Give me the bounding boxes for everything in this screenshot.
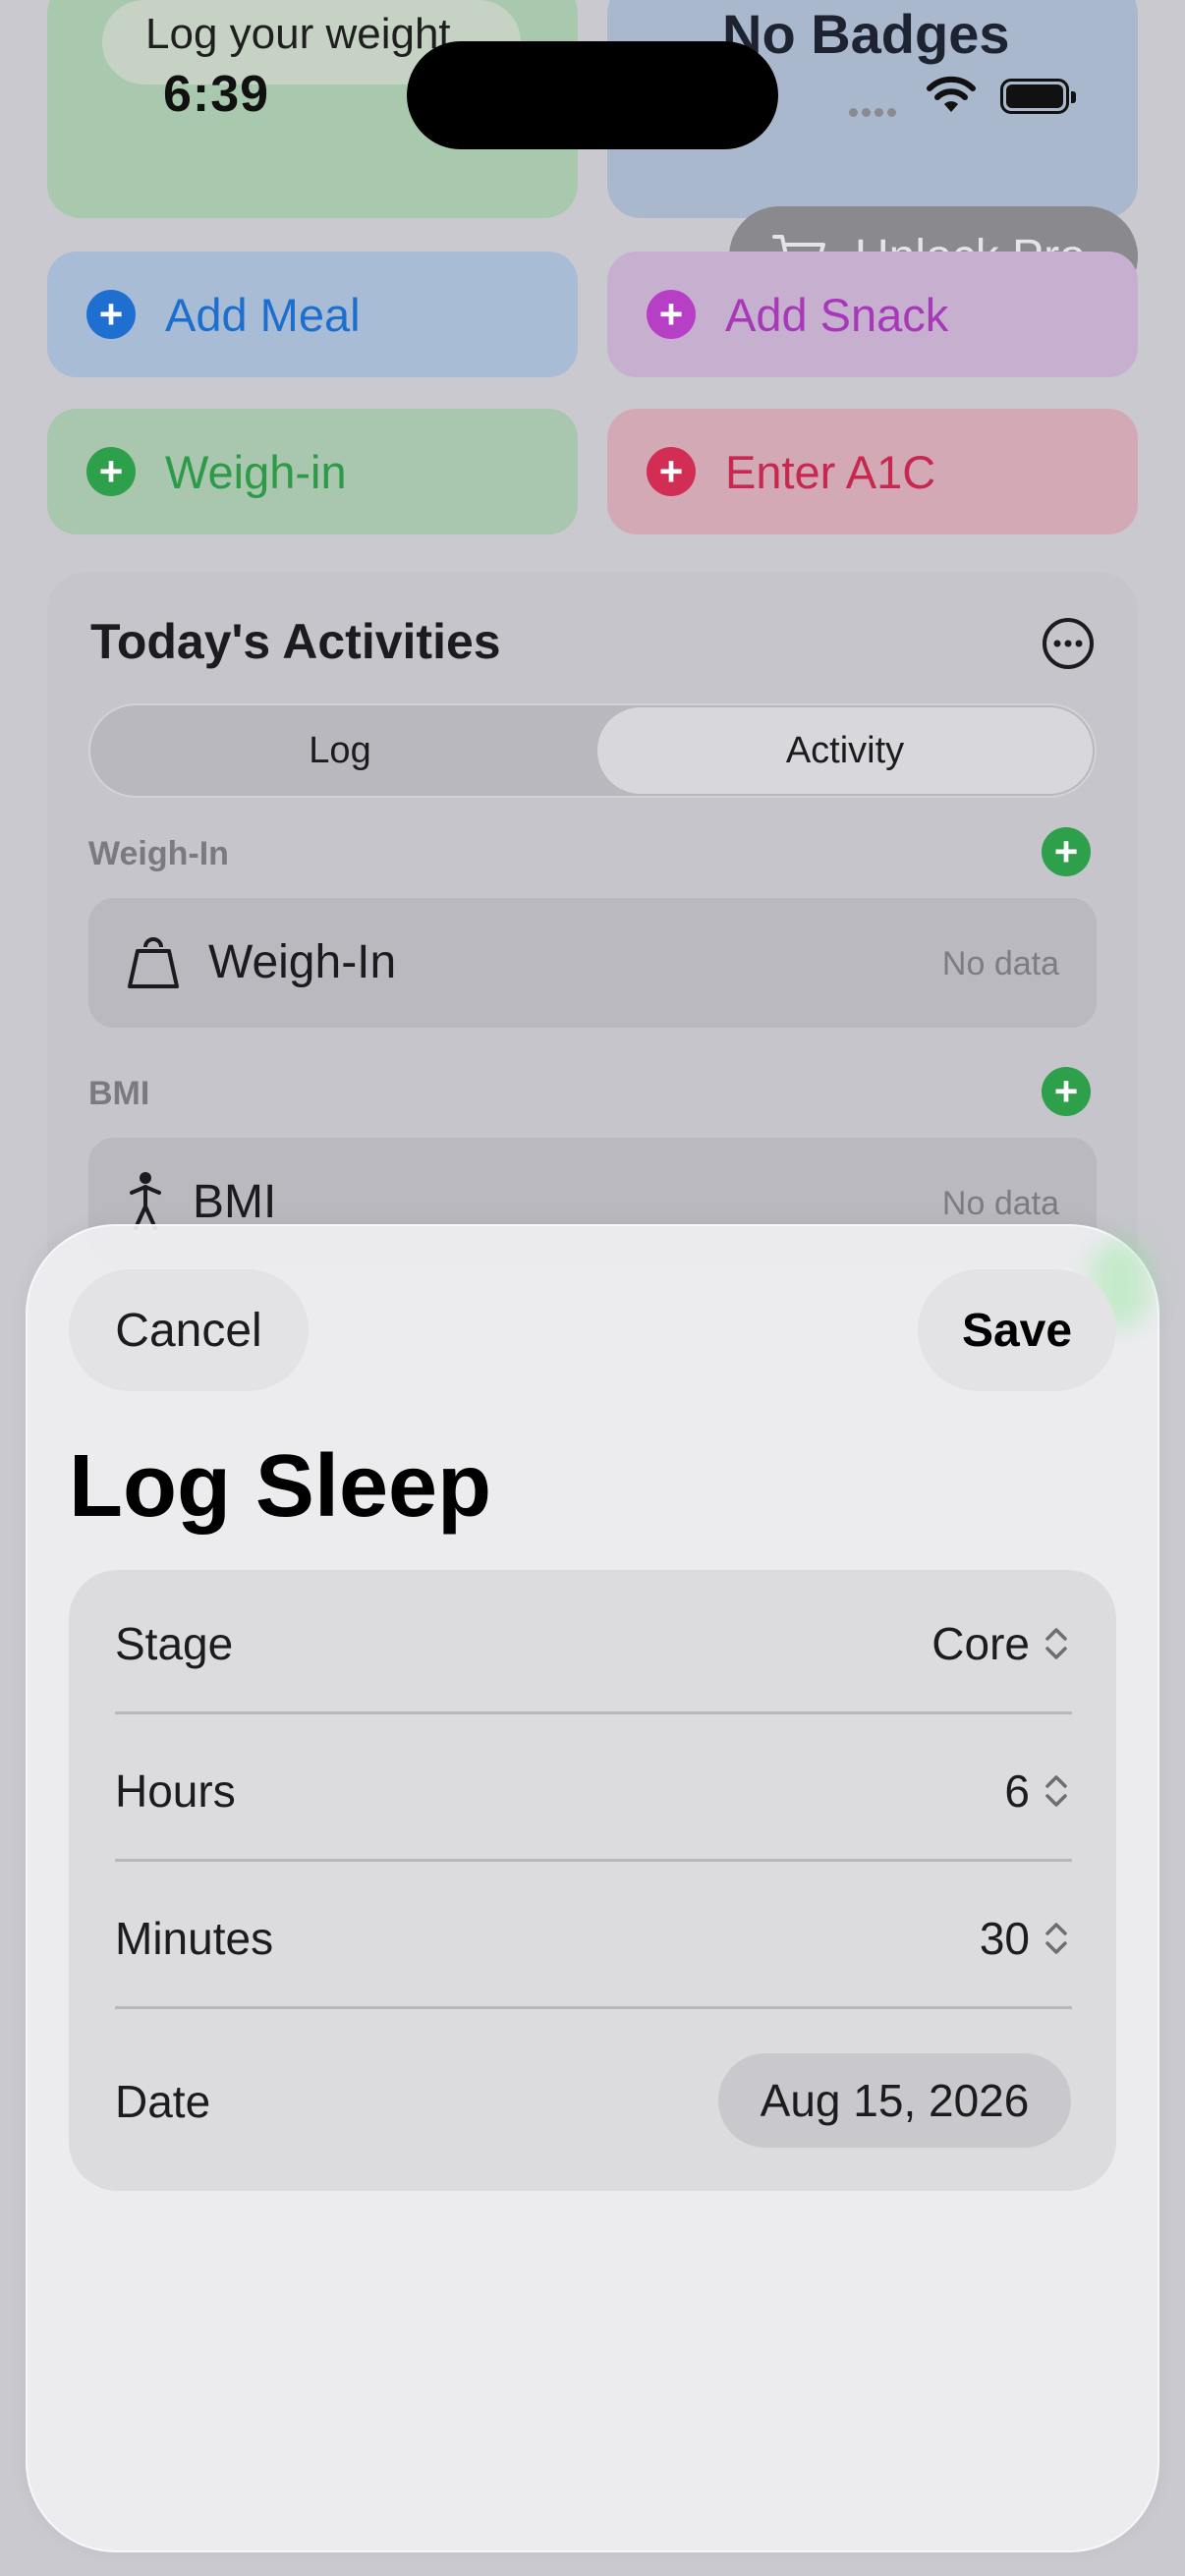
add-snack-button[interactable]: + Add Snack xyxy=(607,252,1138,377)
chevron-up-down-icon xyxy=(1045,1775,1067,1807)
ellipsis-circle-icon[interactable] xyxy=(1042,617,1095,675)
plus-circle-icon: + xyxy=(86,447,136,496)
save-button[interactable]: Save xyxy=(918,1269,1116,1391)
hours-value: 6 xyxy=(1004,1765,1030,1817)
date-value: Aug 15, 2026 xyxy=(760,2075,1030,2126)
add-bmi-button[interactable]: + xyxy=(1042,1067,1091,1116)
add-meal-button[interactable]: + Add Meal xyxy=(47,252,578,377)
section-label-weigh-in: Weigh-In xyxy=(88,835,229,872)
bmi-row-value: No data xyxy=(941,1185,1059,1222)
hours-label: Hours xyxy=(115,1765,236,1817)
plus-circle-icon: + xyxy=(86,290,136,339)
cancel-button[interactable]: Cancel xyxy=(69,1269,309,1391)
chevron-up-down-icon xyxy=(1045,1923,1067,1954)
add-weigh-in-button[interactable]: + xyxy=(1042,827,1091,876)
weigh-in-label: Weigh-in xyxy=(165,445,347,498)
status-time: 6:39 xyxy=(163,66,270,123)
tab-log[interactable]: Log xyxy=(88,703,592,798)
wifi-icon xyxy=(926,75,977,119)
enter-a1c-label: Enter A1C xyxy=(725,445,936,498)
hours-picker[interactable]: 6 xyxy=(1004,1764,1069,1818)
dynamic-island xyxy=(407,41,778,149)
badges-label: No Badges xyxy=(722,3,1010,65)
scale-icon xyxy=(126,933,181,995)
stage-label: Stage xyxy=(115,1618,234,1669)
divider xyxy=(115,1711,1072,1714)
plus-icon: + xyxy=(1053,828,1079,874)
add-meal-label: Add Meal xyxy=(165,288,361,341)
log-weight-label: Log your weight xyxy=(145,10,451,58)
weigh-in-button[interactable]: + Weigh-in xyxy=(47,409,578,534)
minutes-label: Minutes xyxy=(115,1913,274,1964)
cellular-icon xyxy=(849,104,900,122)
weigh-in-row-value: No data xyxy=(941,945,1059,982)
tab-activity[interactable]: Activity xyxy=(597,703,1093,798)
plus-circle-icon: + xyxy=(647,290,696,339)
battery-icon xyxy=(1000,79,1076,114)
cancel-label: Cancel xyxy=(115,1304,262,1357)
sheet-title: Log Sleep xyxy=(69,1437,492,1536)
stage-picker[interactable]: Core xyxy=(931,1617,1069,1670)
plus-icon: + xyxy=(1053,1068,1079,1114)
enter-a1c-button[interactable]: + Enter A1C xyxy=(607,409,1138,534)
minutes-picker[interactable]: 30 xyxy=(980,1912,1069,1965)
chevron-up-down-icon xyxy=(1045,1628,1067,1659)
bmi-row-title: BMI xyxy=(193,1176,277,1228)
minutes-value: 30 xyxy=(979,1913,1030,1964)
stage-value: Core xyxy=(931,1618,1030,1669)
section-label-bmi: BMI xyxy=(88,1075,150,1112)
divider xyxy=(115,2006,1072,2009)
add-snack-label: Add Snack xyxy=(725,288,949,341)
plus-circle-icon: + xyxy=(647,447,696,496)
save-label: Save xyxy=(961,1304,1073,1357)
divider xyxy=(115,1859,1072,1862)
date-picker-button[interactable]: Aug 15, 2026 xyxy=(718,2053,1071,2148)
date-label: Date xyxy=(115,2076,211,2127)
activities-title: Today's Activities xyxy=(90,614,501,669)
weigh-in-row-title: Weigh-In xyxy=(208,936,397,988)
